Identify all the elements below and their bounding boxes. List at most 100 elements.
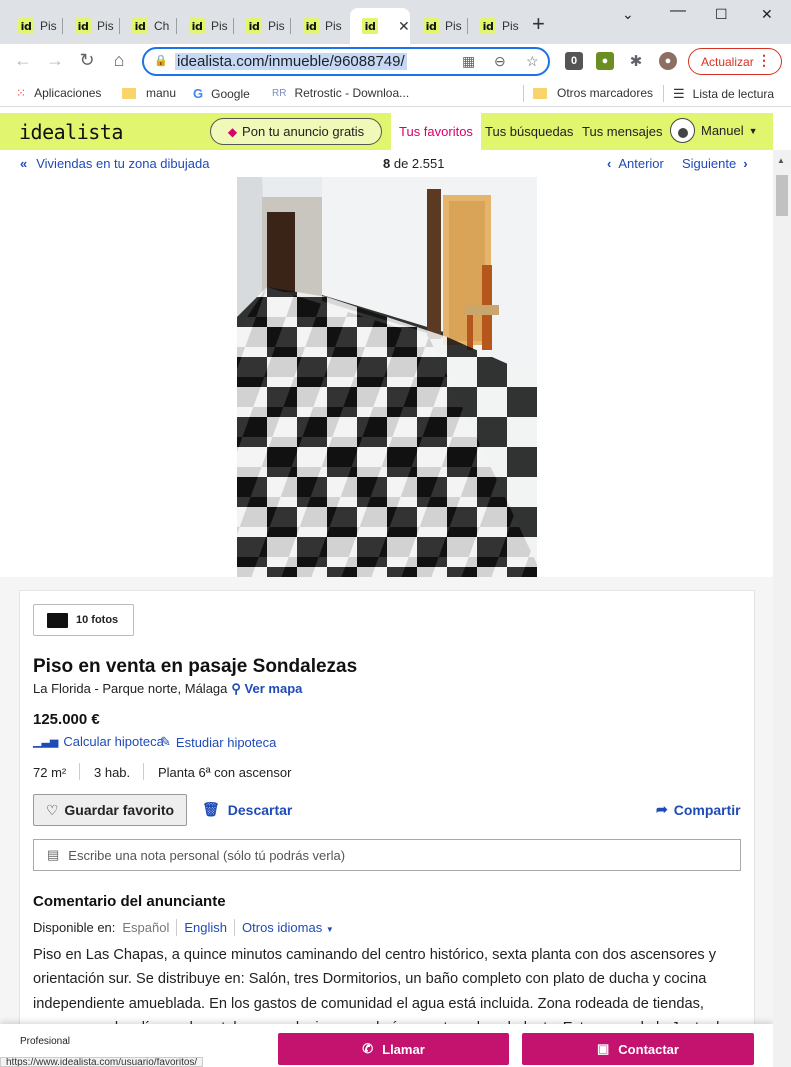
tab-search-icon[interactable]: ⌄ xyxy=(622,6,634,23)
home-icon[interactable]: ⌂ xyxy=(107,50,131,71)
idealista-favicon-icon: id xyxy=(132,18,148,34)
site-header: idealista ◆ Pon tu anuncio gratis Tus fav… xyxy=(0,113,773,150)
forward-arrow-icon[interactable]: → xyxy=(43,50,67,71)
caret-down-icon: ▼ xyxy=(748,125,758,136)
calculate-mortgage-link[interactable]: ▁▃▅ Calcular hipoteca xyxy=(33,734,164,749)
personal-note-input[interactable]: ▤ Escribe una nota personal (sólo tú podr… xyxy=(33,839,741,871)
listing-title: Piso en venta en pasaje Sondalezas xyxy=(33,656,358,677)
share-button[interactable]: ➦ Compartir xyxy=(656,801,741,818)
idealista-favicon-icon: id xyxy=(75,18,91,34)
idealista-favicon-icon: id xyxy=(362,18,378,34)
bookmark-manu[interactable]: manu xyxy=(122,86,176,100)
puzzle-extensions-icon[interactable]: ✱ xyxy=(627,52,645,70)
listing-price: 125.000 € xyxy=(33,711,100,728)
back-to-results-link[interactable]: «Viviendas en tu zona dibujada xyxy=(20,156,209,171)
extension-icon[interactable]: 0 xyxy=(565,52,583,70)
nav-searches[interactable]: Tus búsquedas xyxy=(485,113,573,150)
feature-floor: Planta 6ª con ascensor xyxy=(158,765,292,780)
idealista-logo[interactable]: idealista xyxy=(19,120,123,144)
apps-grid-icon: ⁙ xyxy=(16,86,27,100)
listing-location: La Florida - Parque norte, Málaga ⚲ Ver m… xyxy=(33,681,303,696)
browser-tab[interactable]: id Pis xyxy=(6,8,63,44)
idealista-favicon-icon: id xyxy=(423,18,439,34)
browser-tab[interactable]: id Pis xyxy=(411,8,468,44)
listing-photo[interactable] xyxy=(237,177,537,577)
view-map-link[interactable]: ⚲ Ver mapa xyxy=(231,681,302,696)
language-spanish[interactable]: Español xyxy=(115,920,176,935)
language-selector: Disponible en: Español English Otros idi… xyxy=(33,919,341,936)
reading-list-icon: ☰ xyxy=(673,86,685,101)
discard-button[interactable]: 🗑 Descartar xyxy=(202,801,292,818)
tab-title: Pis xyxy=(502,19,519,33)
contact-button[interactable]: ▣ Contactar xyxy=(522,1033,754,1065)
bookmark-google[interactable]: G Google xyxy=(193,86,250,101)
close-window-icon[interactable]: ✕ xyxy=(761,6,773,23)
user-avatar-icon xyxy=(670,118,695,143)
retrostic-icon: RR xyxy=(272,87,287,99)
browser-tab[interactable]: id Pis xyxy=(177,8,234,44)
status-bar-url: https://www.idealista.com/usuario/favori… xyxy=(0,1057,204,1067)
scrollbar-thumb[interactable] xyxy=(776,175,788,216)
update-button[interactable]: Actualizar ⋮ xyxy=(688,48,782,75)
call-button[interactable]: ✆ Llamar xyxy=(278,1033,509,1065)
next-link[interactable]: Siguiente › xyxy=(682,156,748,171)
trash-icon: 🗑 xyxy=(202,801,220,817)
browser-tab[interactable]: id Pis xyxy=(63,8,120,44)
double-chevron-left-icon: « xyxy=(20,156,28,171)
browser-tab[interactable]: id Pis xyxy=(291,8,348,44)
user-menu[interactable]: Manuel ▼ xyxy=(670,118,758,143)
address-bar[interactable]: 🔒 idealista.com/inmueble/96088749/ ▦ ⊖ ☆ xyxy=(142,47,550,76)
bookmark-reading-list[interactable]: ☰ Lista de lectura xyxy=(673,86,774,102)
previous-link[interactable]: ‹ Anterior xyxy=(607,156,664,171)
post-ad-button[interactable]: ◆ Pon tu anuncio gratis xyxy=(210,118,382,145)
bookmark-others[interactable]: Otros marcadores xyxy=(533,86,653,100)
photos-button[interactable]: 10 fotos xyxy=(33,604,134,636)
other-languages-dropdown[interactable]: Otros idiomas ▼ xyxy=(235,920,341,935)
chevron-right-icon: › xyxy=(743,156,748,171)
zoom-icon[interactable]: ⊖ xyxy=(494,53,506,70)
bookmark-retrostic[interactable]: RR Retrostic - Downloa... xyxy=(272,86,409,100)
pencil-icon: ✎ xyxy=(160,734,171,749)
advertiser-type: Profesional xyxy=(20,1036,71,1047)
page-scrollbar[interactable]: ▲ xyxy=(773,150,791,1067)
chevron-left-icon: ‹ xyxy=(607,156,612,171)
chart-bars-icon: ▁▃▅ xyxy=(33,736,59,748)
pagination-counter: 8 de 2.551 xyxy=(383,156,445,171)
nav-messages[interactable]: Tus mensajes xyxy=(582,113,662,150)
language-english[interactable]: English xyxy=(177,920,234,935)
browser-tab-active[interactable]: id ✕ xyxy=(350,8,410,44)
bookmarks-bar: ⁙ Aplicaciones manu G Google RR Retrostic -… xyxy=(0,80,791,107)
browser-tab-strip: id Pis id Pis id Ch id Pis id Pis id Pis id ✕ i… xyxy=(0,0,791,44)
google-icon: G xyxy=(193,86,204,101)
maximize-icon[interactable]: ☐ xyxy=(715,6,728,23)
save-favorite-button[interactable]: ♡ Guardar favorito xyxy=(33,794,187,826)
map-pin-icon: ⚲ xyxy=(231,681,241,696)
url-text[interactable]: idealista.com/inmueble/96088749/ xyxy=(175,53,407,70)
qr-code-icon[interactable]: ▦ xyxy=(462,53,475,70)
folder-icon xyxy=(533,87,547,99)
reload-icon[interactable]: ↻ xyxy=(75,50,99,71)
tag-icon: ◆ xyxy=(227,124,238,139)
minimize-icon[interactable]: — xyxy=(670,2,686,20)
tab-title: Pis xyxy=(40,19,57,33)
browser-tab[interactable]: id Pis xyxy=(468,8,525,44)
profile-avatar-icon[interactable]: ● xyxy=(659,52,677,70)
lock-icon: 🔒 xyxy=(154,55,168,67)
browser-tab[interactable]: id Pis xyxy=(234,8,291,44)
bookmark-star-icon[interactable]: ☆ xyxy=(526,53,539,70)
folder-icon xyxy=(122,87,136,99)
new-tab-icon[interactable]: + xyxy=(532,12,545,36)
browser-tab[interactable]: id Ch xyxy=(120,8,177,44)
idealista-favicon-icon: id xyxy=(303,18,319,34)
nav-favorites[interactable]: Tus favoritos xyxy=(391,113,481,150)
update-label: Actualizar xyxy=(701,54,754,69)
study-mortgage-link[interactable]: ✎ Estudiar hipoteca xyxy=(160,734,276,750)
bookmark-apps[interactable]: ⁙ Aplicaciones xyxy=(16,86,101,100)
tab-title: Pis xyxy=(268,19,285,33)
chat-icon: ▣ xyxy=(597,1041,610,1056)
more-menu-icon[interactable]: ⋮ xyxy=(757,52,771,69)
close-tab-icon[interactable]: ✕ xyxy=(398,18,410,35)
scroll-up-icon[interactable]: ▲ xyxy=(777,156,785,165)
extension-icon[interactable]: ● xyxy=(596,52,614,70)
back-arrow-icon[interactable]: ← xyxy=(11,50,35,71)
